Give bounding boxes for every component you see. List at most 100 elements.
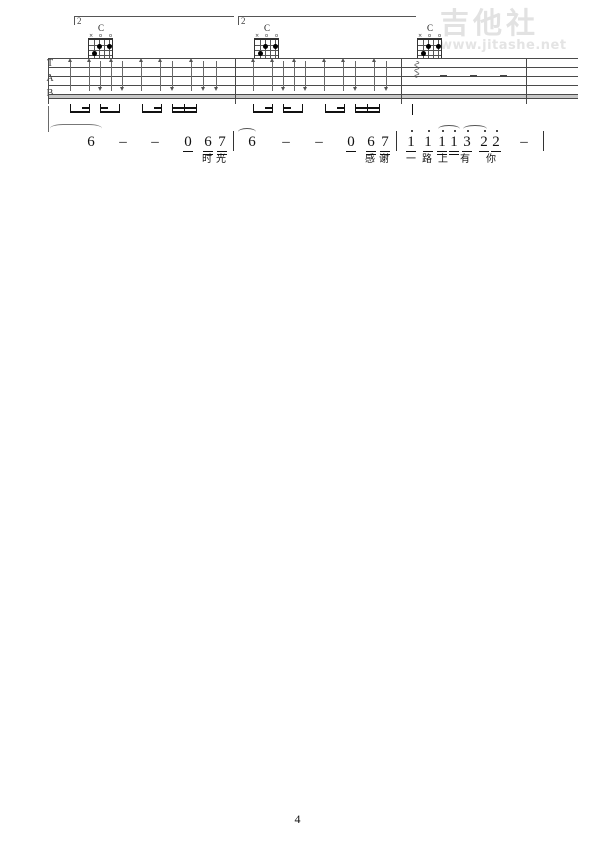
strum-arrow-up	[87, 58, 91, 91]
chord-dot	[273, 44, 278, 49]
volta-number-2: 2	[241, 16, 246, 26]
note-m3-7: 2	[492, 134, 500, 150]
note-m1-2: –	[119, 134, 127, 150]
rhythm-group-m2	[253, 104, 383, 120]
chord-grid-wrap-1: × o o	[88, 34, 114, 59]
chord-name-1: C	[97, 23, 104, 33]
note-m3-5: 3	[463, 134, 471, 150]
strum-arrow-up	[109, 58, 113, 91]
chord-dot	[436, 44, 441, 49]
note-underline	[183, 151, 193, 152]
strum-arrow-up	[341, 58, 345, 91]
tab-rest-dash	[470, 75, 477, 77]
tie-arc-incoming	[50, 124, 102, 133]
note-m3-8: –	[520, 134, 528, 150]
note-m3-6: 2	[480, 134, 488, 150]
note-m3-1: 1	[407, 134, 415, 150]
lyric-m1-1: 时	[202, 154, 212, 165]
chord-diagram-2: C × o o	[252, 24, 282, 59]
lyric-m1-2: 光	[216, 154, 226, 165]
note-underline	[346, 151, 356, 152]
strum-arrow-up	[68, 58, 72, 91]
chord-grid-wrap-3: × o o	[417, 34, 443, 59]
chord-dot	[92, 51, 97, 56]
notation-barline-3	[543, 131, 544, 151]
note-m3-3: 1	[438, 134, 446, 150]
strum-arrow-down	[281, 61, 285, 91]
note-m2-5: 6	[367, 134, 375, 150]
strum-arrow-up	[270, 58, 274, 91]
sheet-music-page: 吉他社 www.jitashe.net 2 2 C × o o C × o o …	[0, 0, 595, 841]
chord-grid-wrap-2: × o o	[254, 34, 280, 59]
arpeggio-squiggle: ∿∿∿	[411, 60, 421, 77]
note-underline	[491, 151, 501, 152]
strum-arrow-down	[214, 61, 218, 91]
note-m1-6: 7	[218, 134, 226, 150]
note-m3-4: 1	[450, 134, 458, 150]
note-m2-3: –	[315, 134, 323, 150]
strum-arrow-down	[303, 61, 307, 91]
rhythm-stem-m3	[412, 104, 413, 115]
lyric-m3-1: 一	[406, 154, 416, 165]
notation-barline-2	[396, 131, 397, 151]
strum-arrow-down	[170, 61, 174, 91]
notation-left-stem	[48, 106, 49, 132]
lyric-m3-4: 有	[460, 154, 470, 165]
chord-dot	[263, 44, 268, 49]
octave-dot	[411, 130, 413, 132]
numbered-notation-row: 6 – – 0 6 7 时 光 6 – – 0 6 7 感 谢 1 1 1 1 …	[0, 106, 595, 174]
chord-dot	[426, 44, 431, 49]
chord-diagram-1: C × o o	[86, 24, 116, 59]
note-underline	[437, 151, 447, 152]
octave-dot	[428, 130, 430, 132]
tab-rest-dash	[440, 75, 447, 77]
chord-grid-1	[88, 38, 113, 59]
strum-arrow-up	[251, 58, 255, 91]
chord-grid-3	[417, 38, 442, 59]
tab-staff: ∿∿∿	[48, 58, 578, 104]
barline-1	[235, 58, 236, 104]
note-m2-2: –	[282, 134, 290, 150]
strum-arrow-down	[120, 61, 124, 91]
volta-number-1: 2	[77, 16, 82, 26]
note-m1-5: 6	[204, 134, 212, 150]
lyric-m3-5: 你	[486, 154, 496, 165]
chord-dot	[97, 44, 102, 49]
chord-dot	[421, 51, 426, 56]
note-underline	[217, 151, 227, 152]
barline-2	[401, 58, 402, 104]
barline-end	[526, 58, 527, 104]
strum-arrow-up	[158, 58, 162, 91]
chord-name-2: C	[263, 23, 270, 33]
note-m2-6: 7	[381, 134, 389, 150]
strum-arrow-up	[292, 58, 296, 91]
slur-arc-m3-a	[438, 125, 460, 133]
lyric-m3-3: 上	[438, 154, 448, 165]
note-underline	[406, 151, 416, 152]
strum-arrow-down	[384, 61, 388, 91]
rhythm-group-m1	[70, 104, 200, 120]
lyric-m3-2: 路	[422, 154, 432, 165]
strum-arrow-down	[353, 61, 357, 91]
note-underline	[462, 151, 472, 152]
lyric-m2-1: 感	[365, 154, 375, 165]
barline-start	[48, 58, 49, 104]
strum-arrow-up	[372, 58, 376, 91]
strum-arrow-up	[322, 58, 326, 91]
chord-diagram-3: C × o o	[415, 24, 445, 59]
slur-arc-m3-b	[463, 125, 487, 133]
strum-arrow-up	[139, 58, 143, 91]
octave-dot	[496, 130, 498, 132]
chord-name-3: C	[426, 23, 433, 33]
note-m1-3: –	[151, 134, 159, 150]
chord-dot	[107, 44, 112, 49]
chord-grid-2	[254, 38, 279, 59]
note-m3-2: 1	[424, 134, 432, 150]
note-underline	[449, 151, 459, 152]
strum-arrow-down	[201, 61, 205, 91]
notation-barline-1	[233, 131, 234, 151]
lyric-m2-2: 谢	[379, 154, 389, 165]
note-underline	[380, 151, 390, 152]
note-m1-4: 0	[184, 134, 192, 150]
chord-dot	[258, 51, 263, 56]
